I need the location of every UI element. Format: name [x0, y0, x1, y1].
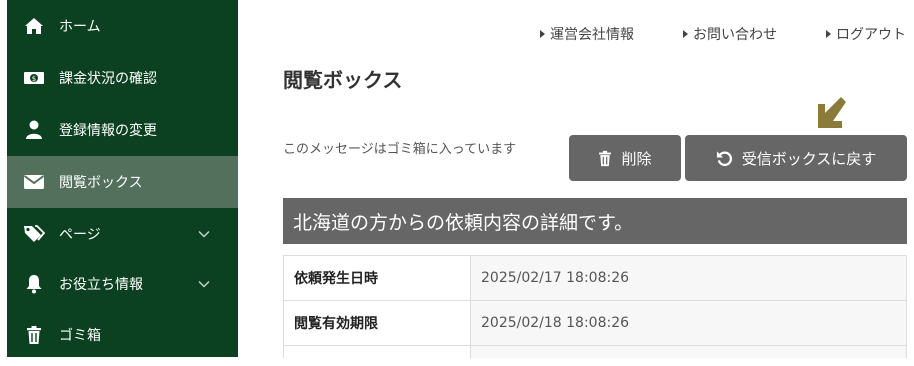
detail-key: 閲覧有効期限: [283, 300, 471, 346]
logout-label: ログアウト: [836, 27, 906, 43]
trash-status-message: このメッセージはゴミ箱に入っています: [283, 142, 517, 157]
caret-right-icon: [683, 30, 688, 38]
delete-button-label: 削除: [621, 149, 652, 168]
svg-text:$: $: [32, 75, 36, 83]
detail-key: [283, 345, 471, 358]
sidebar-item-label: 課金状況の確認: [59, 71, 157, 87]
chevron-down-icon[interactable]: [197, 277, 211, 291]
user-icon: [23, 119, 45, 141]
sidebar-item-label: ページ: [59, 227, 101, 243]
sidebar-item-label: ホーム: [59, 19, 101, 35]
sidebar-item-label: お役立ち情報: [59, 277, 143, 293]
money-icon: $: [23, 67, 45, 89]
detail-value: 2025/02/18 18:08:26: [470, 300, 907, 346]
sidebar-item-trash[interactable]: ゴミ箱: [7, 309, 238, 361]
restore-to-inbox-button[interactable]: 受信ボックスに戻す: [685, 135, 907, 181]
company-info-link[interactable]: 運営会社情報: [540, 24, 634, 44]
detail-value: [470, 345, 907, 358]
caret-right-icon: [826, 30, 831, 38]
detail-value: 2025/02/17 18:08:26: [470, 255, 907, 301]
envelope-icon: [23, 171, 45, 193]
caret-right-icon: [540, 30, 545, 38]
home-icon: [23, 15, 45, 37]
sidebar: ホーム $ 課金状況の確認 登録情報の変更 閲覧ボックス ページ お役立ち情報: [7, 0, 238, 357]
arrow-down-left-icon: [818, 97, 846, 128]
sidebar-item-label: 登録情報の変更: [59, 123, 157, 139]
sidebar-item-home[interactable]: ホーム: [7, 0, 238, 52]
sidebar-item-label: 閲覧ボックス: [59, 175, 143, 191]
contact-label: お問い合わせ: [693, 27, 777, 43]
detail-key: 依頼発生日時: [283, 255, 471, 301]
contact-link[interactable]: お問い合わせ: [683, 24, 777, 44]
sidebar-item-label: ゴミ箱: [59, 328, 101, 344]
bell-icon: [23, 273, 45, 295]
page-title: 閲覧ボックス: [283, 68, 403, 92]
tags-icon: [23, 223, 45, 245]
sidebar-item-useful-info[interactable]: お役立ち情報: [7, 258, 238, 310]
undo-icon: [716, 150, 732, 166]
table-row: [283, 345, 907, 358]
table-row: 閲覧有効期限 2025/02/18 18:08:26: [283, 300, 907, 346]
sidebar-item-profile[interactable]: 登録情報の変更: [7, 104, 238, 156]
detail-table: 依頼発生日時 2025/02/17 18:08:26 閲覧有効期限 2025/0…: [283, 255, 907, 358]
trash-icon: [23, 324, 45, 346]
trash-icon: [599, 150, 612, 166]
table-row: 依頼発生日時 2025/02/17 18:08:26: [283, 255, 907, 301]
sidebar-item-inbox[interactable]: 閲覧ボックス: [7, 156, 238, 208]
delete-button[interactable]: 削除: [569, 135, 681, 181]
sidebar-item-pages[interactable]: ページ: [7, 208, 238, 260]
company-info-label: 運営会社情報: [550, 27, 634, 43]
detail-header: 北海道の方からの依頼内容の詳細です。: [283, 198, 907, 244]
logout-link[interactable]: ログアウト: [826, 24, 906, 44]
restore-button-label: 受信ボックスに戻す: [741, 149, 877, 168]
sidebar-item-billing[interactable]: $ 課金状況の確認: [7, 52, 238, 104]
chevron-down-icon[interactable]: [197, 227, 211, 241]
